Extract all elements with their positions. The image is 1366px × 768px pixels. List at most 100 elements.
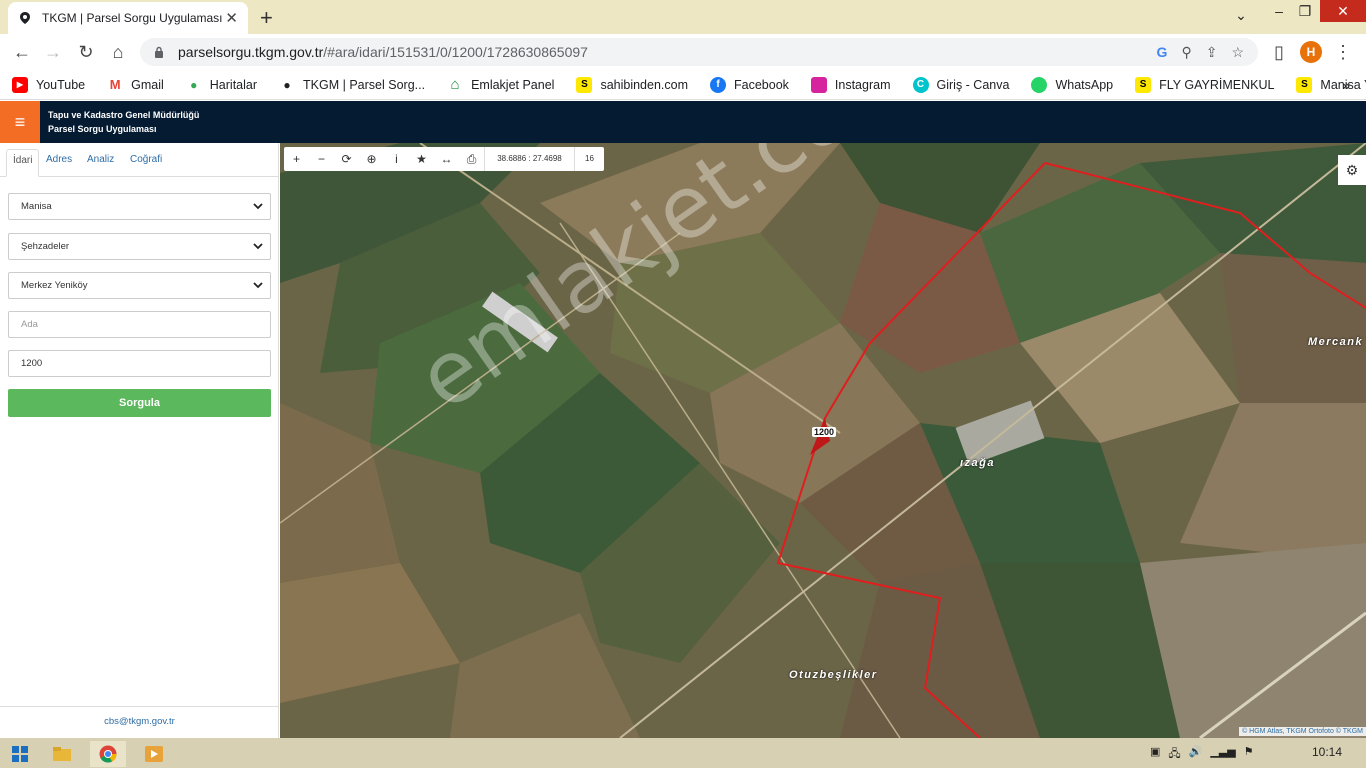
chrome-taskbar-icon[interactable] xyxy=(90,741,126,767)
profile-avatar[interactable]: H xyxy=(1300,41,1322,63)
info-icon[interactable]: i xyxy=(384,147,409,171)
start-windows-icon[interactable] xyxy=(2,741,38,767)
hamburger-menu-icon[interactable]: ≡ xyxy=(0,101,40,143)
gmail-icon: M xyxy=(109,77,121,92)
windows-logo-icon xyxy=(12,746,28,762)
province-value: Manisa xyxy=(21,201,52,212)
tray-app-icon[interactable]: ▣ xyxy=(1150,745,1160,764)
media-player-icon[interactable] xyxy=(136,741,172,767)
close-tab-icon[interactable]: ✕ xyxy=(225,9,238,27)
star-icon[interactable]: ★ xyxy=(409,147,434,171)
tab-analiz[interactable]: Analiz xyxy=(81,149,120,177)
neighborhood-select[interactable]: Merkez Yeniköy xyxy=(8,272,271,299)
volume-icon[interactable]: 🔊 xyxy=(1189,745,1203,764)
taskbar-clock[interactable]: 10:14 xyxy=(1312,745,1342,759)
new-tab-button[interactable]: + xyxy=(260,5,273,31)
instagram-icon xyxy=(810,76,827,93)
province-select[interactable]: Manisa xyxy=(8,193,271,220)
zoom-in-icon[interactable]: + xyxy=(284,147,309,171)
map-view[interactable]: emlakjet.com + − ⟳ ⊕ i ★ ↔ ⎙ 38.6886 : 2… xyxy=(280,143,1366,738)
app-title: Tapu ve Kadastro Genel Müdürlüğü Parsel … xyxy=(48,108,199,136)
coordinate-readout: 38.6886 : 27.4698 xyxy=(484,147,574,171)
tab-search-chevron-icon[interactable]: ⌄ xyxy=(1228,4,1254,26)
share-icon[interactable]: ⇪ xyxy=(1206,44,1218,61)
folder-icon xyxy=(53,747,71,761)
file-explorer-icon[interactable] xyxy=(44,741,80,767)
bookmark-item[interactable]: f Facebook xyxy=(710,76,789,93)
parcel-number-label[interactable]: 1200 xyxy=(812,427,837,437)
app-title-line2: Parsel Sorgu Uygulaması xyxy=(48,124,157,134)
settings-gear-icon[interactable]: ⚙ xyxy=(1338,155,1366,185)
tab-idari[interactable]: İdari xyxy=(6,149,40,177)
ada-input[interactable]: Ada xyxy=(8,311,271,338)
browser-tab-bar: TKGM | Parsel Sorgu Uygulaması ✕ + ⌄ – ❐… xyxy=(0,0,1366,34)
bookmark-item[interactable]: Ssahibinden.com xyxy=(576,76,688,93)
chrome-icon xyxy=(99,745,117,763)
whatsapp-icon xyxy=(1031,76,1048,93)
house-icon: ⌂ xyxy=(450,76,460,93)
map-toolbar: + − ⟳ ⊕ i ★ ↔ ⎙ 38.6886 : 27.4698 16 xyxy=(284,147,604,171)
locate-icon[interactable]: ⊕ xyxy=(359,147,384,171)
lock-icon xyxy=(155,46,163,58)
bookmark-item[interactable]: ● TKGM | Parsel Sorg... xyxy=(279,77,425,93)
url-path: /#ara/idari/151531/0/1200/1728630865097 xyxy=(323,44,588,60)
tab-adres[interactable]: Adres xyxy=(40,149,78,177)
flag-icon[interactable]: ⚑ xyxy=(1244,745,1254,764)
bookmark-item[interactable]: C Giriş - Canva xyxy=(912,76,1009,93)
tab-cografi[interactable]: Coğrafi xyxy=(124,149,168,177)
app-title-line1: Tapu ve Kadastro Genel Müdürlüğü xyxy=(48,110,200,120)
bookmark-label: Gmail xyxy=(131,77,164,92)
ada-placeholder: Ada xyxy=(21,319,38,330)
browser-tab[interactable]: TKGM | Parsel Sorgu Uygulaması ✕ xyxy=(8,2,248,34)
district-select[interactable]: Şehzadeler xyxy=(8,233,271,260)
panel-tabs: İdari Adres Analiz Coğrafi xyxy=(0,143,279,177)
restore-button[interactable]: ❐ xyxy=(1292,0,1318,22)
bookmark-item[interactable]: Instagram xyxy=(810,76,891,93)
address-bar[interactable]: parselsorgu.tkgm.gov.tr/#ara/idari/15153… xyxy=(140,38,1258,66)
play-icon xyxy=(145,746,163,762)
bookmark-item[interactable]: WhatsApp xyxy=(1031,76,1113,93)
youtube-icon: ▶ xyxy=(12,76,28,93)
reload-icon[interactable]: ↻ xyxy=(73,40,99,64)
bookmark-label: Emlakjet Panel xyxy=(471,77,555,92)
zoom-level: 16 xyxy=(574,147,604,171)
bookmark-star-icon[interactable]: ☆ xyxy=(1231,44,1244,61)
bookmark-item[interactable]: SManisa Yunusemre... xyxy=(1296,76,1366,93)
google-icon[interactable]: G xyxy=(1157,44,1168,61)
network-icon[interactable]: 🖧 xyxy=(1168,745,1180,764)
browser-toolbar: ← → ↻ ⌂ parselsorgu.tkgm.gov.tr/#ara/ida… xyxy=(0,34,1366,70)
menu-kebab-icon[interactable]: ⋮ xyxy=(1330,40,1356,64)
bookmark-label: TKGM | Parsel Sorg... xyxy=(303,77,426,92)
chevron-down-icon xyxy=(253,243,263,250)
minimize-button[interactable]: – xyxy=(1266,0,1292,22)
bookmark-item[interactable]: M Gmail xyxy=(107,77,164,93)
more-bookmarks-icon[interactable]: » xyxy=(1342,77,1350,93)
window-close-button[interactable]: ✕ xyxy=(1320,0,1366,22)
forward-arrow-icon[interactable]: → xyxy=(40,40,66,64)
place-label-izaga: ızağa xyxy=(960,457,996,469)
bookmark-label: sahibinden.com xyxy=(600,77,688,92)
bookmark-item[interactable]: ⌂ Emlakjet Panel xyxy=(447,76,555,93)
measure-icon[interactable]: ↔ xyxy=(434,147,459,171)
signal-icon[interactable]: ▁▃▅ xyxy=(1210,745,1235,764)
maps-icon: ● xyxy=(190,77,198,92)
sorgula-button[interactable]: Sorgula xyxy=(8,389,271,417)
chevron-down-icon xyxy=(253,282,263,289)
map-attribution[interactable]: © HGM Atlas, TKGM Ortofoto © TKGM xyxy=(1239,727,1366,736)
parsel-input[interactable]: 1200 xyxy=(8,350,271,377)
back-arrow-icon[interactable]: ← xyxy=(9,40,35,64)
print-icon[interactable]: ⎙ xyxy=(459,147,484,171)
home-icon[interactable]: ⌂ xyxy=(105,40,131,64)
side-panel-icon[interactable]: ▯ xyxy=(1266,40,1292,64)
bookmark-item[interactable]: ● Haritalar xyxy=(186,77,257,93)
query-panel: İdari Adres Analiz Coğrafi Manisa Şehzad… xyxy=(0,143,279,738)
tab-title: TKGM | Parsel Sorgu Uygulaması xyxy=(42,11,223,25)
sahibinden-icon: S xyxy=(576,76,593,93)
contact-email-link[interactable]: cbs@tkgm.gov.tr xyxy=(0,706,279,738)
refresh-icon[interactable]: ⟳ xyxy=(334,147,359,171)
bookmark-item[interactable]: S FLY GAYRİMENKUL xyxy=(1135,76,1274,93)
satellite-map xyxy=(280,143,1366,738)
zoom-icon[interactable]: ⚲ xyxy=(1181,44,1191,61)
zoom-out-icon[interactable]: − xyxy=(309,147,334,171)
bookmark-item[interactable]: ▶ YouTube xyxy=(12,76,85,93)
